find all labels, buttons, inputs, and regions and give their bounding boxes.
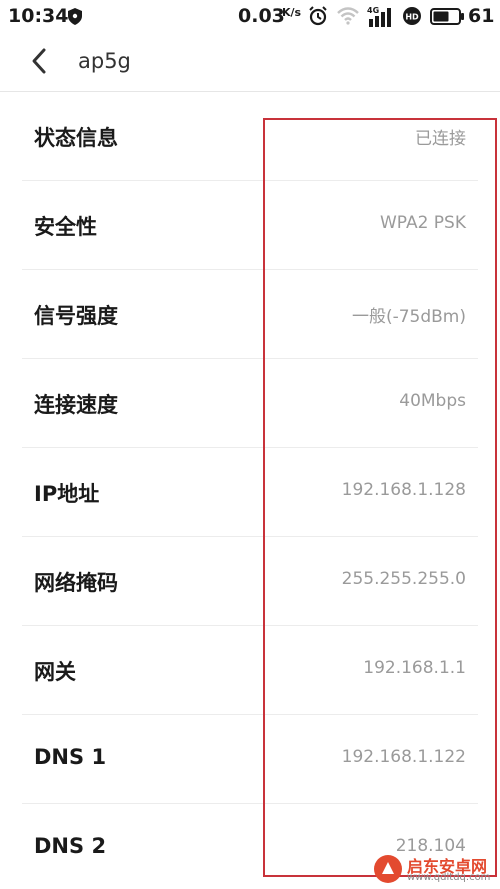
row-netmask: 网络掩码 255.255.255.0 — [0, 537, 500, 626]
row-value: 40Mbps — [399, 391, 466, 411]
watermark-logo-icon — [374, 855, 402, 883]
row-label: IP地址 — [34, 482, 100, 506]
row-label: 状态信息 — [34, 126, 118, 150]
row-security: 安全性 WPA2 PSK — [0, 181, 500, 270]
watermark-url: www.qdltdq.com — [407, 872, 491, 883]
row-value: 255.255.255.0 — [341, 569, 466, 589]
row-label: DNS 2 — [34, 834, 107, 858]
chevron-left-icon — [32, 48, 46, 74]
row-label: 网络掩码 — [34, 571, 118, 595]
row-status: 状态信息 已连接 — [0, 92, 500, 181]
row-label: 信号强度 — [34, 304, 118, 328]
status-time: 10:34 — [8, 5, 69, 27]
row-value: WPA2 PSK — [379, 213, 466, 233]
row-link-speed: 连接速度 40Mbps — [0, 359, 500, 448]
wifi-info-list: 状态信息 已连接 安全性 WPA2 PSK 信号强度 一般(-75dBm) 连接… — [0, 92, 500, 889]
signal-label: 4G — [367, 6, 379, 15]
app-header: ap5g — [0, 34, 500, 92]
svg-text:HD: HD — [405, 13, 419, 22]
row-signal-strength: 信号强度 一般(-75dBm) — [0, 270, 500, 359]
net-speed-unit: K/s — [282, 6, 302, 19]
watermark: 启东安卓网 www.qdltdq.com — [373, 852, 498, 886]
shield-icon — [68, 8, 82, 25]
row-value: 192.168.1.1 — [363, 658, 466, 678]
row-value: 已连接 — [415, 129, 466, 149]
row-value: 一般(-75dBm) — [351, 307, 466, 327]
page-title: ap5g — [78, 49, 131, 73]
row-label: 连接速度 — [34, 393, 118, 417]
net-speed: 0.03 — [238, 5, 285, 27]
row-label: DNS 1 — [34, 745, 107, 769]
row-dns1: DNS 1 192.168.1.122 — [0, 715, 500, 804]
signal-icon: 4G — [367, 6, 391, 27]
row-value: 192.168.1.122 — [341, 747, 466, 767]
alarm-icon — [309, 6, 327, 26]
row-value: 192.168.1.128 — [341, 480, 466, 500]
row-ip-address: IP地址 192.168.1.128 — [0, 448, 500, 537]
row-label: 安全性 — [34, 215, 97, 239]
battery-icon — [430, 8, 464, 25]
status-bar: 10:34 0.03 K/s 4G HD 61 — [0, 0, 500, 34]
wifi-icon — [337, 7, 359, 25]
battery-level: 61 — [468, 5, 495, 27]
hd-icon: HD — [403, 7, 421, 25]
row-gateway: 网关 192.168.1.1 — [0, 626, 500, 715]
back-button[interactable] — [26, 46, 54, 76]
row-label: 网关 — [34, 660, 76, 684]
